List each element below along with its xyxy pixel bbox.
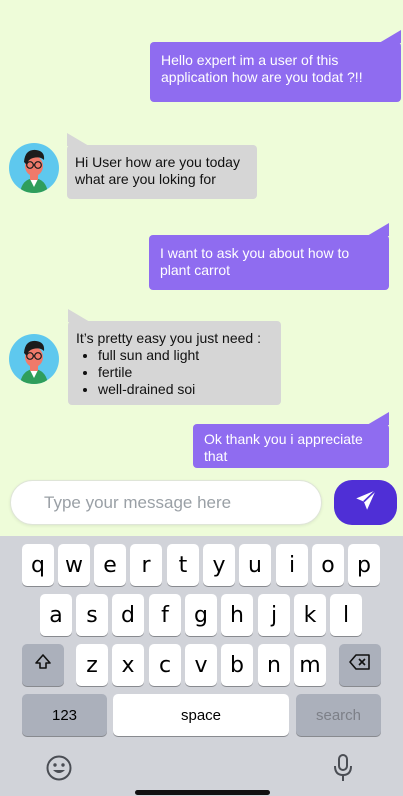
key-t[interactable]: t [167,544,199,586]
message-text: Ok thank you i appreciate that [204,431,363,464]
key-i[interactable]: i [276,544,308,586]
expert-message-bubble: It’s pretty easy you just need : full su… [68,309,281,405]
backspace-icon [348,652,372,678]
shift-key[interactable] [22,644,64,686]
key-r[interactable]: r [130,544,162,586]
key-j[interactable]: j [258,594,290,636]
message-text: It’s pretty easy you just need : [76,330,261,346]
chat-area: Hello expert im a user of this applicati… [0,0,403,536]
send-icon [353,487,379,518]
numbers-key[interactable]: 123 [22,694,107,736]
shift-icon [33,652,53,678]
key-c[interactable]: c [149,644,181,686]
home-indicator [135,790,270,795]
space-key[interactable]: space [113,694,289,736]
key-l[interactable]: l [330,594,362,636]
key-q[interactable]: q [22,544,54,586]
emoji-icon [45,754,73,787]
microphone-icon [331,753,355,788]
key-k[interactable]: k [294,594,326,636]
message-text: I want to ask you about how to plant car… [160,245,350,278]
user-message-bubble: Ok thank you i appreciate that [193,412,389,468]
user-message-bubble: I want to ask you about how to plant car… [149,223,389,290]
key-n[interactable]: n [258,644,290,686]
search-key[interactable]: search [296,694,381,736]
key-b[interactable]: b [221,644,253,686]
message-input[interactable]: Type your message here [10,480,322,525]
input-placeholder: Type your message here [44,492,232,512]
backspace-key[interactable] [339,644,381,686]
key-w[interactable]: w [58,544,90,586]
key-y[interactable]: y [203,544,235,586]
key-z[interactable]: z [76,644,108,686]
emoji-button[interactable] [43,754,75,786]
list-item: fertile [98,364,273,381]
key-a[interactable]: a [40,594,72,636]
expert-avatar [9,334,59,384]
send-button[interactable] [334,480,397,525]
key-h[interactable]: h [221,594,253,636]
key-m[interactable]: m [294,644,326,686]
key-o[interactable]: o [312,544,344,586]
composer: Type your message here [0,476,403,534]
expert-avatar [9,143,59,193]
message-text: Hello expert im a user of this applicati… [161,52,363,85]
key-v[interactable]: v [185,644,217,686]
key-e[interactable]: e [94,544,126,586]
expert-message-bubble: Hi User how are you today what are you l… [67,133,257,199]
key-s[interactable]: s [76,594,108,636]
key-g[interactable]: g [185,594,217,636]
keyboard: q w e r t y u i o p a s d f g h j k l z … [0,536,403,796]
user-message-bubble: Hello expert im a user of this applicati… [150,30,401,102]
key-f[interactable]: f [149,594,181,636]
key-u[interactable]: u [239,544,271,586]
microphone-button[interactable] [327,753,359,788]
key-d[interactable]: d [112,594,144,636]
key-x[interactable]: x [112,644,144,686]
list-item: full sun and light [98,347,273,364]
message-list: full sun and light fertile well-drained … [76,347,273,398]
list-item: well-drained soi [98,381,273,398]
message-text: Hi User how are you today what are you l… [75,154,240,187]
key-p[interactable]: p [348,544,380,586]
